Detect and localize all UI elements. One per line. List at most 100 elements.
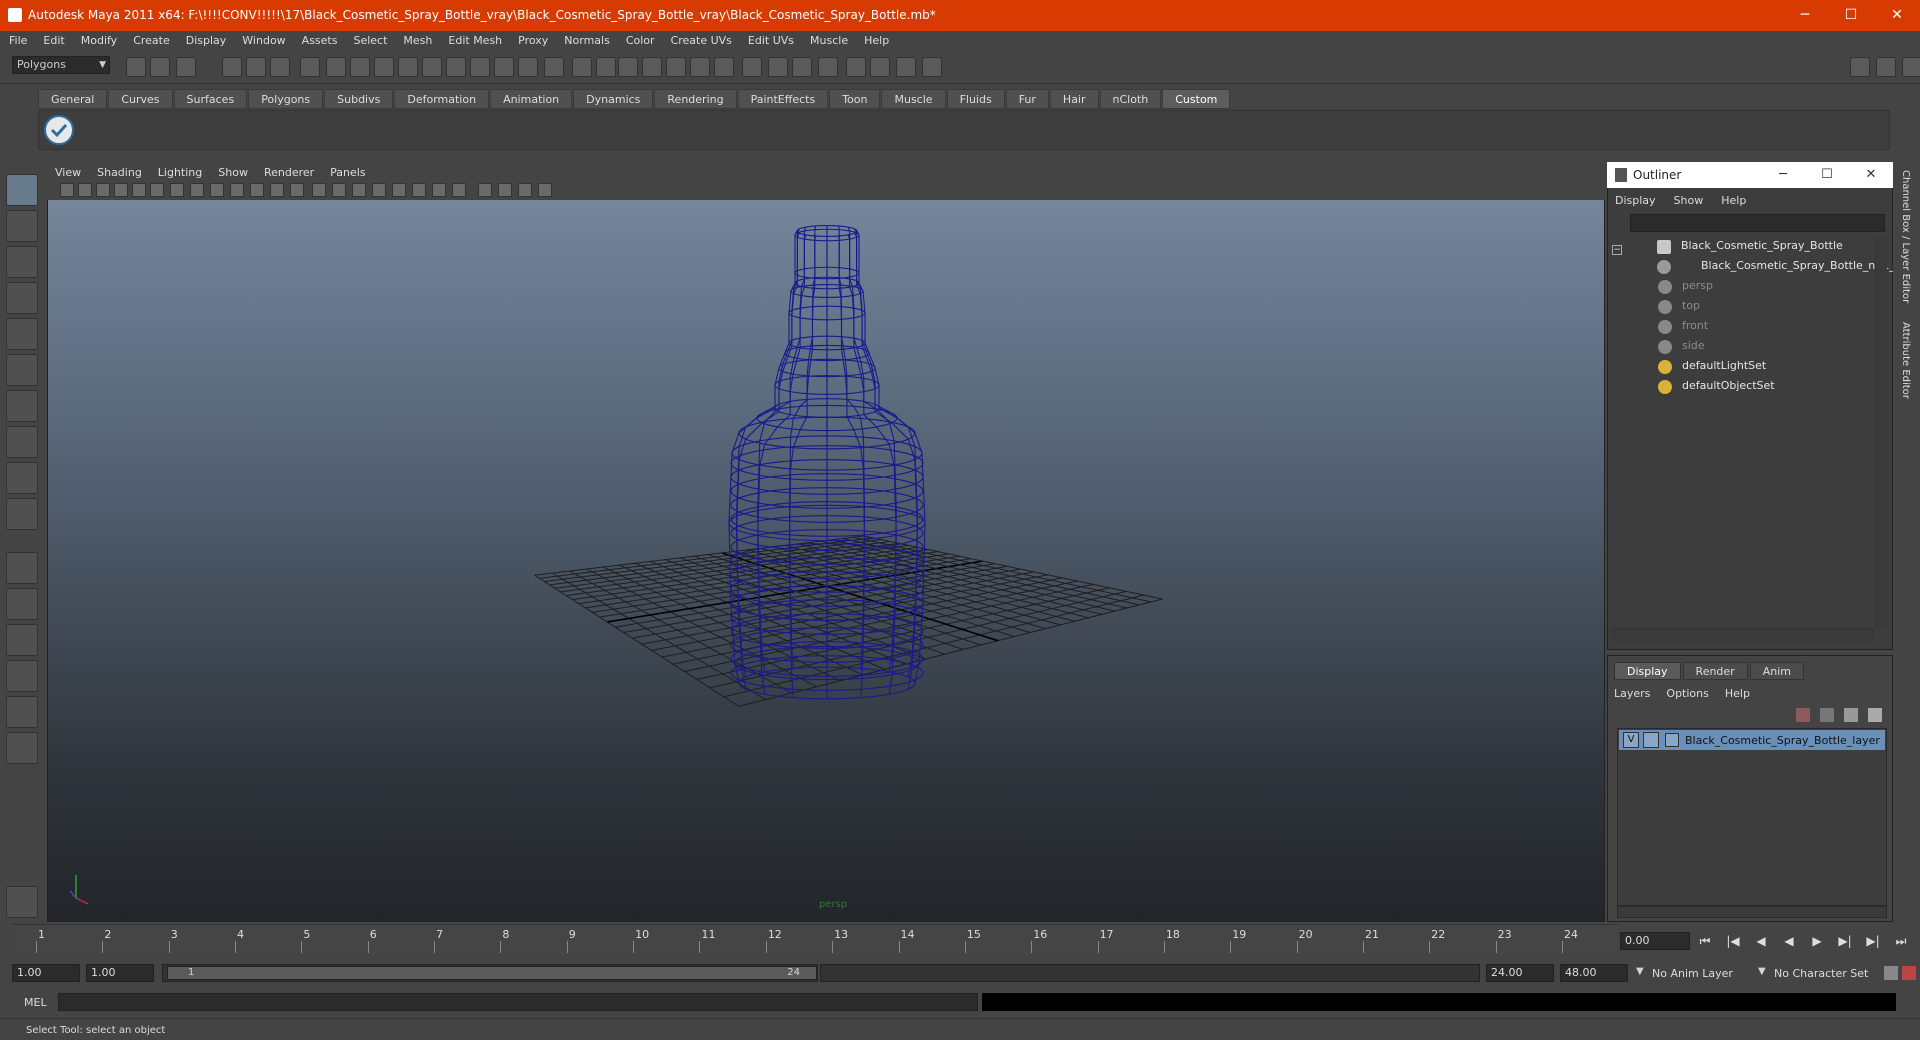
menu-help[interactable]: Help xyxy=(864,34,889,47)
shelf-tab-fur[interactable]: Fur xyxy=(1005,89,1049,109)
current-frame-field[interactable]: 0.00 xyxy=(1620,932,1690,950)
layout-single-icon[interactable] xyxy=(6,552,38,584)
shelf-tab-polygons[interactable]: Polygons xyxy=(248,89,324,109)
outliner-close-button[interactable]: ✕ xyxy=(1849,162,1893,188)
outliner-item[interactable]: front xyxy=(1658,319,1708,335)
viewport-tool-icon[interactable] xyxy=(132,183,146,197)
layer-tab-display[interactable]: Display xyxy=(1614,662,1681,680)
character-set-selector[interactable]: No Character Set xyxy=(1774,967,1868,980)
status-tool-icon[interactable] xyxy=(326,57,346,77)
menu-assets[interactable]: Assets xyxy=(302,34,338,47)
vp-menu-renderer[interactable]: Renderer xyxy=(264,166,314,179)
status-tool-icon[interactable] xyxy=(642,57,662,77)
channel-box-tab[interactable]: Channel Box / Layer Editor xyxy=(1900,170,1911,303)
minimize-button[interactable]: ─ xyxy=(1782,0,1828,31)
viewport-tool-icon[interactable] xyxy=(170,183,184,197)
start-time-field[interactable]: 1.00 xyxy=(12,964,80,982)
status-tool-icon[interactable] xyxy=(470,57,490,77)
outliner-vertical-scrollbar[interactable] xyxy=(1875,238,1887,628)
viewport-tool-icon[interactable] xyxy=(60,183,74,197)
layout-two-icon[interactable] xyxy=(6,624,38,656)
status-tool-icon[interactable] xyxy=(126,57,146,77)
outliner-minimize-button[interactable]: ─ xyxy=(1761,162,1805,188)
status-tool-icon[interactable] xyxy=(846,57,866,77)
status-tool-icon[interactable] xyxy=(544,57,564,77)
viewport-tool-icon[interactable] xyxy=(478,183,492,197)
viewport-tool-icon[interactable] xyxy=(190,183,204,197)
menu-file[interactable]: File xyxy=(9,34,27,47)
shelf-tab-painteffects[interactable]: PaintEffects xyxy=(737,89,829,109)
layout-hypershade-icon[interactable] xyxy=(6,732,38,764)
viewport-tool-icon[interactable] xyxy=(290,183,304,197)
anim-layer-selector[interactable]: No Anim Layer xyxy=(1652,967,1733,980)
status-tool-icon[interactable] xyxy=(896,57,916,77)
layer-row[interactable]: V Black_Cosmetic_Spray_Bottle_layer xyxy=(1619,730,1885,750)
layout-toggle-icon[interactable] xyxy=(1850,57,1870,77)
shelf-tab-dynamics[interactable]: Dynamics xyxy=(573,89,654,109)
chevron-down-icon[interactable]: ▼ xyxy=(1636,966,1644,977)
status-tool-icon[interactable] xyxy=(422,57,442,77)
status-tool-icon[interactable] xyxy=(176,57,196,77)
layer-color-swatch[interactable] xyxy=(1665,733,1679,747)
viewport-tool-icon[interactable] xyxy=(372,183,386,197)
layout-graph-icon[interactable] xyxy=(6,696,38,728)
select-tool-icon[interactable] xyxy=(6,174,38,206)
status-tool-icon[interactable] xyxy=(596,57,616,77)
outliner-filter-input[interactable] xyxy=(1630,214,1885,232)
status-tool-icon[interactable] xyxy=(246,57,266,77)
shelf-tab-curves[interactable]: Curves xyxy=(108,89,173,109)
menu-create[interactable]: Create xyxy=(133,34,170,47)
layer-stack-icon[interactable] xyxy=(1820,708,1834,722)
menu-edit[interactable]: Edit xyxy=(43,34,64,47)
layer-tab-render[interactable]: Render xyxy=(1682,662,1748,680)
range-slider-handle[interactable]: 1 24 xyxy=(167,966,817,980)
viewport-tool-icon[interactable] xyxy=(270,183,284,197)
menu-mesh[interactable]: Mesh xyxy=(403,34,432,47)
viewport-tool-icon[interactable] xyxy=(150,183,164,197)
mel-label[interactable]: MEL xyxy=(24,996,47,1009)
status-tool-icon[interactable] xyxy=(742,57,762,77)
menu-normals[interactable]: Normals xyxy=(564,34,610,47)
perspective-viewport[interactable]: persp xyxy=(47,162,1605,922)
shelf-tab-hair[interactable]: Hair xyxy=(1049,89,1099,109)
play-forward-button[interactable]: ▶ xyxy=(1806,932,1828,950)
outliner-menu-show[interactable]: Show xyxy=(1674,194,1704,207)
universal-manip-icon[interactable] xyxy=(6,390,38,422)
outliner-menu-help[interactable]: Help xyxy=(1721,194,1746,207)
status-tool-icon[interactable] xyxy=(572,57,592,77)
range-slider[interactable]: 1 24 xyxy=(162,964,818,982)
viewport-tool-icon[interactable] xyxy=(250,183,264,197)
last-tool-icon[interactable] xyxy=(6,498,38,530)
lasso-tool-icon[interactable] xyxy=(6,210,38,242)
vp-menu-view[interactable]: View xyxy=(55,166,81,179)
viewport-tool-icon[interactable] xyxy=(452,183,466,197)
layout-four-icon[interactable] xyxy=(6,588,38,620)
chevron-down-icon[interactable]: ▼ xyxy=(1758,966,1766,977)
step-back-key-button[interactable]: |◀ xyxy=(1722,932,1744,950)
status-tool-icon[interactable] xyxy=(398,57,418,77)
menu-select[interactable]: Select xyxy=(353,34,387,47)
status-tool-icon[interactable] xyxy=(666,57,686,77)
shelf-tab-subdivs[interactable]: Subdivs xyxy=(324,89,394,109)
outliner-maximize-button[interactable]: ☐ xyxy=(1805,162,1849,188)
vp-menu-lighting[interactable]: Lighting xyxy=(158,166,202,179)
viewport-tool-icon[interactable] xyxy=(332,183,346,197)
status-tool-icon[interactable] xyxy=(618,57,638,77)
menu-window[interactable]: Window xyxy=(242,34,285,47)
menu-edit-uvs[interactable]: Edit UVs xyxy=(748,34,794,47)
checkmark-shelf-icon[interactable] xyxy=(44,115,74,145)
outliner-item[interactable]: defaultObjectSet xyxy=(1658,379,1775,395)
viewport-tool-icon[interactable] xyxy=(230,183,244,197)
viewport-tool-icon[interactable] xyxy=(392,183,406,197)
outliner-item[interactable]: defaultLightSet xyxy=(1658,359,1766,375)
show-manip-icon[interactable] xyxy=(6,462,38,494)
viewport-tool-icon[interactable] xyxy=(412,183,426,197)
attribute-editor-tab[interactable]: Attribute Editor xyxy=(1900,322,1911,399)
status-tool-icon[interactable] xyxy=(714,57,734,77)
layer-playback-toggle[interactable] xyxy=(1643,732,1659,748)
status-tool-icon[interactable] xyxy=(446,57,466,77)
menu-edit-mesh[interactable]: Edit Mesh xyxy=(448,34,502,47)
status-tool-icon[interactable] xyxy=(222,57,242,77)
shelf-tab-fluids[interactable]: Fluids xyxy=(946,89,1005,109)
shelf-tab-surfaces[interactable]: Surfaces xyxy=(173,89,248,109)
